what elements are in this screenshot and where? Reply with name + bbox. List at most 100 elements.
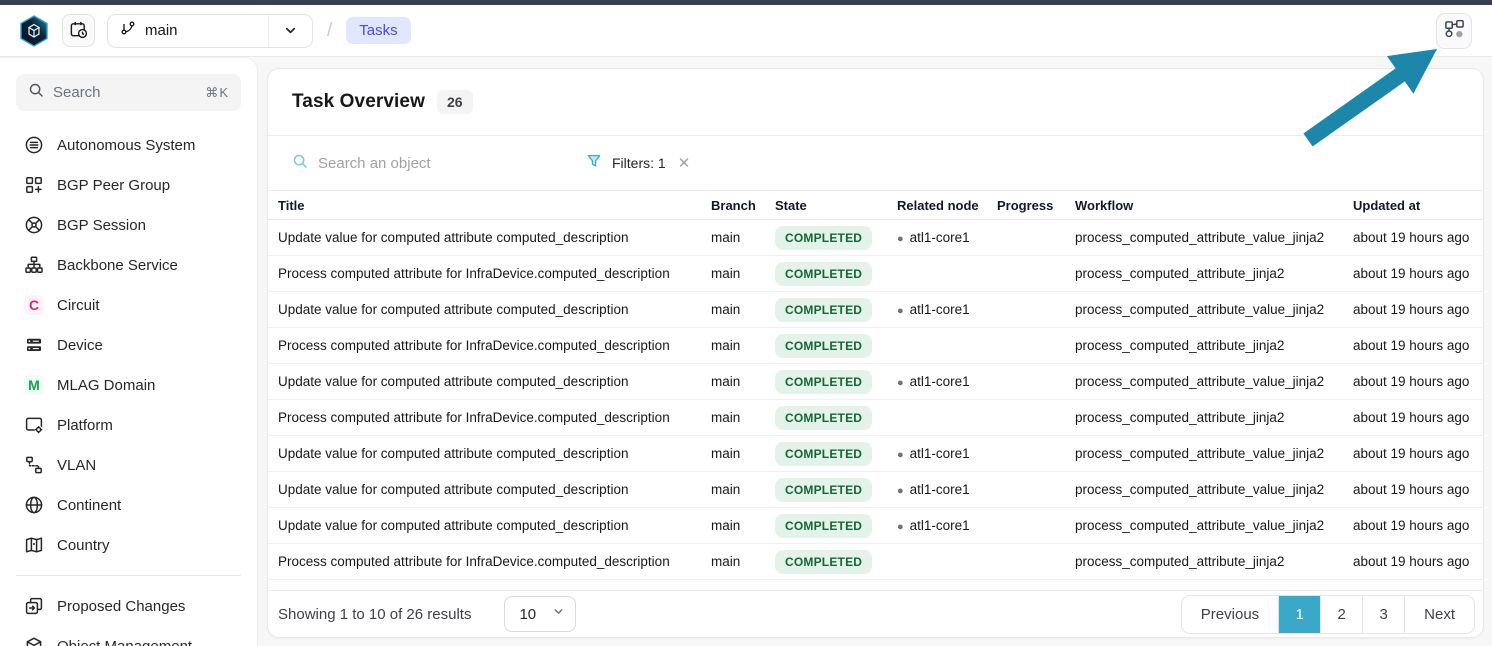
cell-related-node: ●atl1-core1 (887, 302, 987, 317)
search-icon (292, 153, 308, 174)
cell-branch: main (701, 338, 765, 353)
status-badge: COMPLETED (775, 262, 872, 286)
sidebar-item[interactable]: Device (16, 325, 241, 365)
status-badge: COMPLETED (775, 226, 872, 250)
schema-visualizer-button[interactable] (1436, 13, 1472, 49)
table-row[interactable]: Process computed attribute for InfraDevi… (268, 328, 1483, 364)
sidebar-item[interactable]: C Circuit (16, 285, 241, 325)
page-size-select[interactable]: 10 (504, 596, 576, 632)
pagination-button[interactable]: Previous (1182, 596, 1279, 633)
cell-state: COMPLETED (765, 298, 887, 322)
cell-updated-at: about 19 hours ago (1343, 482, 1483, 497)
status-badge: COMPLETED (775, 550, 872, 574)
sidebar-item[interactable]: VLAN (16, 445, 241, 485)
cell-workflow: process_computed_attribute_value_jinja2 (1065, 518, 1343, 533)
column-header[interactable]: Related node (887, 198, 987, 213)
pagination-button[interactable]: 3 (1363, 596, 1405, 633)
sidebar-item[interactable]: Backbone Service (16, 245, 241, 285)
sidebar-search-input[interactable] (53, 84, 196, 101)
sidebar-item-label: Country (57, 537, 110, 554)
cell-state: COMPLETED (765, 478, 887, 502)
sidebar-item-label: Autonomous System (57, 137, 195, 154)
node-dot-icon: ● (897, 305, 904, 317)
sidebar-item[interactable]: Country (16, 525, 241, 565)
cell-state: COMPLETED (765, 442, 887, 466)
sidebar-item-label: VLAN (57, 457, 96, 474)
column-header[interactable]: Workflow (1065, 198, 1343, 213)
object-search-input[interactable] (318, 155, 510, 172)
sidebar-item-label: MLAG Domain (57, 377, 155, 394)
pagination-button[interactable]: 2 (1321, 596, 1363, 633)
task-count-badge: 26 (437, 90, 473, 114)
pagination-button[interactable]: Next (1405, 596, 1474, 633)
mlag-letter-icon: M (24, 375, 44, 395)
infrahub-logo[interactable] (18, 14, 50, 48)
sidebar-item-label: Object Management (57, 638, 192, 646)
cell-updated-at: about 19 hours ago (1343, 266, 1483, 281)
cell-updated-at: about 19 hours ago (1343, 518, 1483, 533)
sidebar-item[interactable]: Autonomous System (16, 125, 241, 165)
breadcrumb-tasks[interactable]: Tasks (346, 17, 410, 44)
cell-state: COMPLETED (765, 334, 887, 358)
column-header[interactable]: State (765, 198, 887, 213)
table-row[interactable]: Update value for computed attribute comp… (268, 364, 1483, 400)
sidebar-search[interactable]: ⌘K (16, 74, 241, 111)
table-header-row: TitleBranchStateRelated nodeProgressWork… (268, 191, 1483, 220)
node-dot-icon: ● (897, 377, 904, 389)
sidebar-footer-nav: Proposed Changes Object Management (16, 586, 241, 646)
table-row[interactable]: Process computed attribute for InfraDevi… (268, 400, 1483, 436)
sidebar-item[interactable]: M MLAG Domain (16, 365, 241, 405)
filter-bar: Filters: 1 ✕ (268, 136, 1483, 191)
column-header[interactable]: Progress (987, 198, 1065, 213)
object-search[interactable] (292, 153, 510, 174)
table-row[interactable]: Process computed attribute for InfraDevi… (268, 256, 1483, 292)
pagination-button[interactable]: 1 (1279, 596, 1321, 633)
sidebar-divider (16, 575, 241, 576)
task-overview-card: Task Overview 26 Filters: 1 (267, 68, 1484, 638)
cell-workflow: process_computed_attribute_jinja2 (1065, 266, 1343, 281)
cell-branch: main (701, 554, 765, 569)
cell-state: COMPLETED (765, 406, 887, 430)
cell-updated-at: about 19 hours ago (1343, 230, 1483, 245)
sidebar-item[interactable]: Platform (16, 405, 241, 445)
column-header[interactable]: Title (268, 198, 701, 213)
clear-filters-button[interactable]: ✕ (676, 152, 693, 174)
backbone-service-icon (24, 255, 44, 275)
cell-state: COMPLETED (765, 550, 887, 574)
cell-state: COMPLETED (765, 262, 887, 286)
table-row[interactable]: Process computed attribute for InfraDevi… (268, 544, 1483, 580)
cell-state: COMPLETED (765, 514, 887, 538)
sidebar-item[interactable]: Continent (16, 485, 241, 525)
search-icon (28, 82, 44, 103)
cell-title: Update value for computed attribute comp… (268, 302, 701, 317)
table-row[interactable]: Update value for computed attribute comp… (268, 220, 1483, 256)
sidebar-item[interactable]: BGP Session (16, 205, 241, 245)
sidebar-item-label: Backbone Service (57, 257, 178, 274)
cell-workflow: process_computed_attribute_value_jinja2 (1065, 302, 1343, 317)
sidebar-item[interactable]: Proposed Changes (16, 586, 241, 626)
cell-title: Update value for computed attribute comp… (268, 374, 701, 389)
cell-workflow: process_computed_attribute_value_jinja2 (1065, 446, 1343, 461)
cell-updated-at: about 19 hours ago (1343, 554, 1483, 569)
tasks-table: TitleBranchStateRelated nodeProgressWork… (268, 191, 1483, 580)
table-row[interactable]: Update value for computed attribute comp… (268, 436, 1483, 472)
node-dot-icon: ● (897, 449, 904, 461)
table-row[interactable]: Update value for computed attribute comp… (268, 508, 1483, 544)
timeframe-calendar-button[interactable] (62, 14, 95, 47)
bgp-peer-group-icon (24, 175, 44, 195)
sidebar-item[interactable]: Object Management (16, 626, 241, 646)
table-row[interactable]: Update value for computed attribute comp… (268, 472, 1483, 508)
sidebar-item-label: Platform (57, 417, 113, 434)
cell-workflow: process_computed_attribute_jinja2 (1065, 410, 1343, 425)
branch-selector[interactable]: main (107, 14, 313, 48)
object-management-icon (24, 636, 44, 646)
cell-title: Update value for computed attribute comp… (268, 482, 701, 497)
cell-title: Process computed attribute for InfraDevi… (268, 410, 701, 425)
column-header[interactable]: Updated at (1343, 198, 1483, 213)
column-header[interactable]: Branch (701, 198, 765, 213)
filters-chip[interactable]: Filters: 1 (586, 153, 666, 174)
status-badge: COMPLETED (775, 298, 872, 322)
sidebar-item[interactable]: BGP Peer Group (16, 165, 241, 205)
table-row[interactable]: Update value for computed attribute comp… (268, 292, 1483, 328)
sidebar-nav: Autonomous System BGP Peer Group BGP Ses… (16, 125, 241, 565)
